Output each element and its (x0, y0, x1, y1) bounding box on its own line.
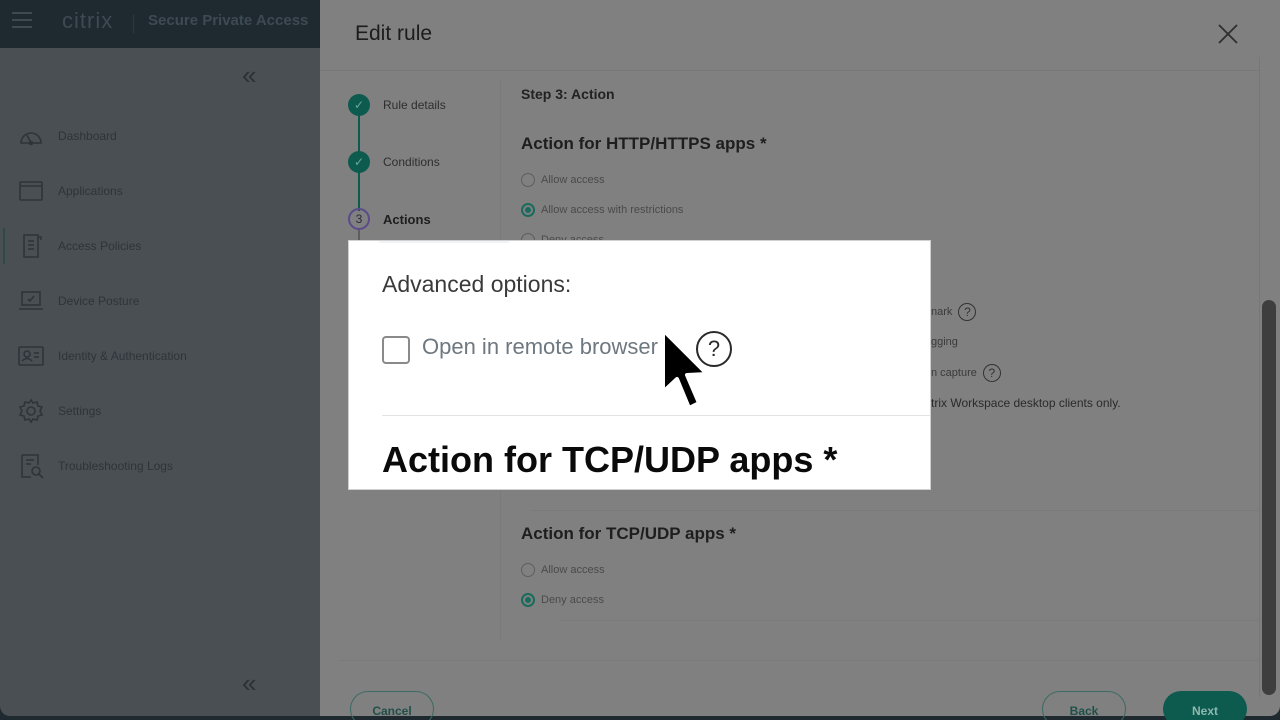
sidebar-item-applications[interactable]: Applications (18, 177, 123, 205)
stepper-connector (358, 114, 360, 154)
next-button[interactable]: Next (1163, 691, 1247, 720)
hamburger-menu-icon[interactable] (12, 12, 32, 30)
zoom-callout: Advanced options: Open in remote browser… (348, 240, 931, 490)
help-icon[interactable]: ? (958, 303, 977, 321)
step-conditions[interactable]: ✓ Conditions (348, 151, 440, 173)
remote-browser-label: Open in remote browser (422, 334, 658, 359)
sidebar-item-dashboard[interactable]: Dashboard (18, 122, 117, 150)
radio-label: Deny access (541, 594, 604, 606)
cancel-button[interactable]: Cancel (350, 691, 434, 720)
logging-option-partial: gging (931, 336, 958, 348)
sidebar-item-label: Troubleshooting Logs (58, 459, 173, 473)
capture-option-partial: n capture? (931, 364, 1001, 382)
tcp-section-title: Action for TCP/UDP apps * (521, 524, 737, 543)
sidebar-item-settings[interactable]: Settings (18, 397, 101, 425)
device-posture-laptop-icon (18, 288, 44, 314)
scrollbar-thumb[interactable] (1262, 300, 1276, 695)
step-label: Rule details (383, 98, 446, 112)
sidebar-item-access-policies[interactable]: Access Policies (18, 232, 141, 260)
collapse-sidebar-bottom-button[interactable]: « (242, 668, 256, 699)
http-section-title: Action for HTTP/HTTPS apps * (521, 134, 767, 153)
sidebar-item-identity[interactable]: Identity & Authentication (18, 342, 187, 370)
collapse-sidebar-button[interactable]: « (242, 60, 256, 91)
modal-title: Edit rule (355, 22, 433, 45)
radio-label: Allow access (541, 174, 605, 186)
radio-button[interactable] (521, 563, 535, 577)
radio-button-checked[interactable] (521, 203, 535, 217)
troubleshooting-logs-search-icon (18, 453, 44, 479)
access-policies-document-icon (18, 233, 44, 259)
callout-edge (379, 241, 509, 243)
section-divider (560, 620, 1260, 621)
sidebar-item-label: Access Policies (58, 239, 142, 253)
sidebar-item-label: Applications (58, 184, 123, 198)
radio-label: Allow access with restrictions (541, 204, 684, 216)
dashboard-gauge-icon (18, 123, 44, 149)
settings-gear-icon (18, 398, 44, 424)
step-rule-details[interactable]: ✓ Rule details (348, 94, 446, 116)
step-check-icon: ✓ (348, 94, 370, 116)
radio-button[interactable] (521, 173, 535, 187)
sidebar-item-label: Identity & Authentication (58, 349, 187, 363)
identity-card-icon (18, 343, 44, 369)
step-label: Conditions (383, 155, 440, 169)
step-actions[interactable]: 3 Actions (348, 208, 431, 230)
header-divider (320, 70, 1260, 71)
step-label: Actions (383, 211, 431, 227)
help-icon[interactable]: ? (982, 364, 1001, 382)
section-divider (530, 510, 1260, 511)
sidebar-item-label: Settings (58, 404, 102, 418)
tcp-option-allow[interactable]: Allow access (521, 563, 605, 577)
sidebar-item-label: Dashboard (58, 129, 117, 143)
tcp-section-title-zoomed: Action for TCP/UDP apps * (382, 439, 838, 480)
partial-text: n capture (931, 366, 977, 379)
sidebar-item-troubleshooting[interactable]: Troubleshooting Logs (18, 452, 173, 480)
brand-logo: citrix (62, 8, 114, 33)
remote-browser-checkbox[interactable] (382, 336, 410, 364)
partial-text: nark (931, 305, 953, 318)
http-option-allow-restrictions[interactable]: Allow access with restrictions (521, 203, 683, 217)
active-indicator (3, 228, 5, 264)
tcp-option-deny[interactable]: Deny access (521, 593, 604, 607)
footer-divider (340, 660, 1260, 661)
radio-label: Allow access (541, 564, 605, 576)
brand-separator (133, 15, 134, 33)
http-option-allow[interactable]: Allow access (521, 173, 605, 187)
mouse-pointer-icon (655, 322, 715, 422)
sidebar: « Dashboard Applications Access Policies… (0, 48, 320, 716)
radio-button-checked[interactable] (521, 593, 535, 607)
client-note-partial: trix Workspace desktop clients only. (931, 396, 1121, 410)
sidebar-item-label: Device Posture (58, 294, 140, 308)
product-name: Secure Private Access (148, 12, 309, 29)
stepper-connector (358, 171, 360, 211)
applications-window-icon (18, 178, 44, 204)
watermark-option-partial: nark? (931, 303, 977, 321)
app-header: citrix Secure Private Access (0, 0, 320, 48)
back-button[interactable]: Back (1042, 691, 1126, 720)
step-check-icon: ✓ (348, 151, 370, 173)
scrollbar-track (1259, 57, 1260, 697)
step-number: 3 (348, 208, 370, 230)
close-icon[interactable] (1216, 22, 1240, 46)
advanced-options-label: Advanced options: (382, 271, 572, 297)
step-heading: Step 3: Action (521, 86, 615, 102)
sidebar-item-device-posture[interactable]: Device Posture (18, 287, 139, 315)
